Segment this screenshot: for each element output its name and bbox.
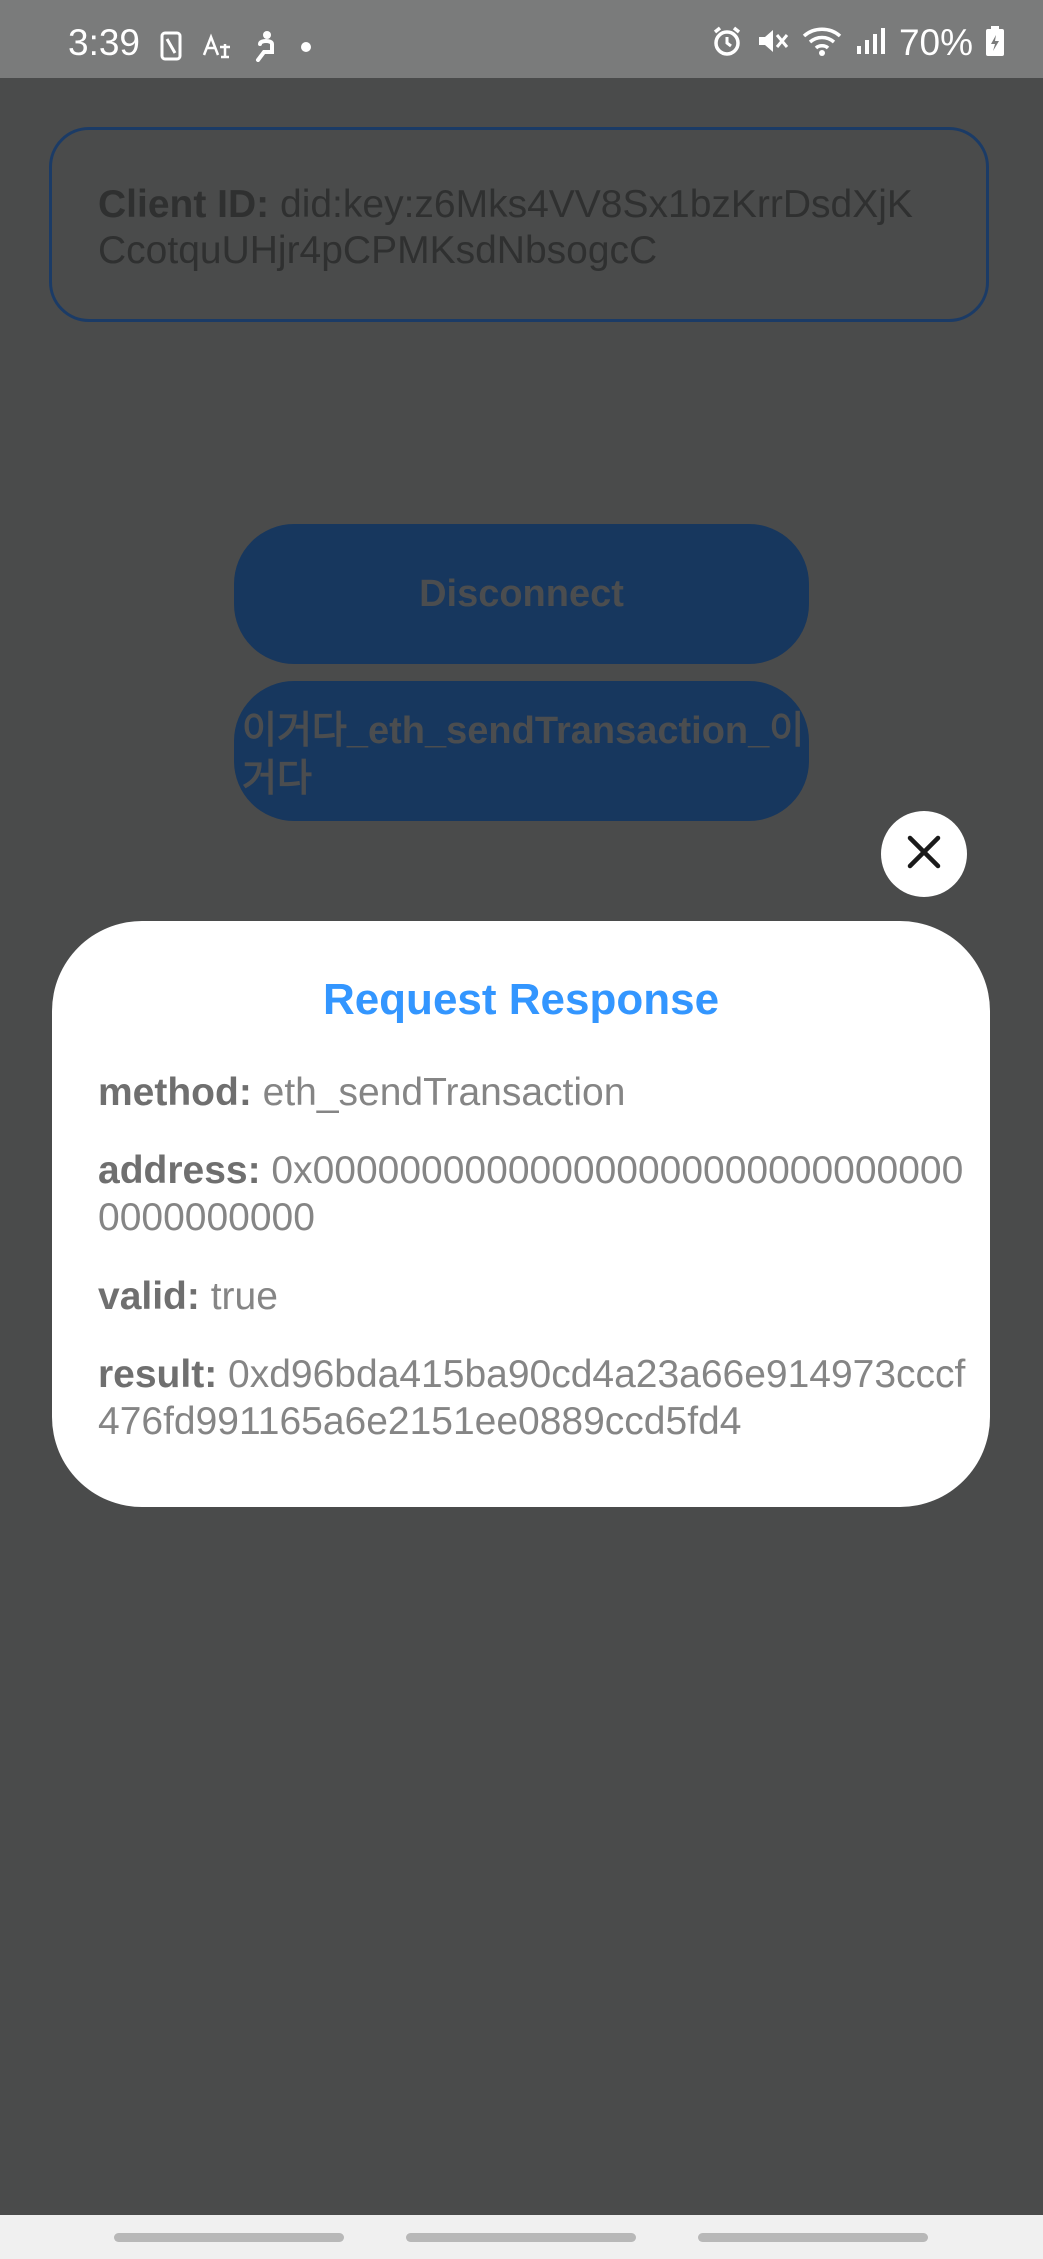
wifi-icon xyxy=(801,25,843,62)
send-transaction-button[interactable]: 이거다_eth_sendTransaction_이거다 xyxy=(234,681,809,821)
disconnect-button[interactable]: Disconnect xyxy=(234,524,809,664)
mute-icon xyxy=(755,25,789,62)
result-row: result: 0xd96bda415ba90cd4a23a66e914973c… xyxy=(98,1351,978,1445)
request-response-modal: Request Response method: eth_sendTransac… xyxy=(52,921,990,1507)
result-value: 0xd96bda415ba90cd4a23a66e914973cccf476fd… xyxy=(98,1353,966,1443)
close-modal-button[interactable] xyxy=(881,811,967,897)
dot-icon xyxy=(300,40,312,58)
method-label: method: xyxy=(98,1071,252,1114)
method-value: eth_sendTransaction xyxy=(251,1071,626,1114)
address-row: address: 0x00000000000000000000000000000… xyxy=(98,1147,978,1241)
alarm-icon xyxy=(711,25,743,62)
signal-icon xyxy=(855,26,887,61)
status-left-icons xyxy=(160,30,312,67)
accessibility-icon xyxy=(252,30,280,67)
valid-label: valid: xyxy=(98,1275,200,1318)
close-icon xyxy=(904,832,944,877)
client-id-card: Client ID: did:key:z6Mks4VV8Sx1bzKrrDsdX… xyxy=(49,127,989,322)
nav-recent-apps[interactable] xyxy=(114,2233,344,2242)
battery-percent: 70% xyxy=(898,22,973,63)
navigation-bar xyxy=(0,2215,1043,2259)
status-bar: 3:39 70% xyxy=(0,0,1043,78)
translate-icon xyxy=(202,33,232,64)
nav-back[interactable] xyxy=(698,2233,928,2242)
nav-home[interactable] xyxy=(406,2233,636,2242)
result-label: result: xyxy=(98,1353,218,1396)
status-right-icons: 70% xyxy=(711,22,1005,64)
client-id-label: Client ID: xyxy=(98,183,270,226)
status-time: 3:39 xyxy=(68,22,141,63)
sim-icon xyxy=(160,31,182,66)
address-label: address: xyxy=(98,1149,261,1192)
battery-icon xyxy=(985,25,1005,62)
method-row: method: eth_sendTransaction xyxy=(98,1069,978,1116)
modal-title: Request Response xyxy=(322,975,720,1024)
valid-value: true xyxy=(199,1275,278,1318)
valid-row: valid: true xyxy=(98,1273,978,1320)
